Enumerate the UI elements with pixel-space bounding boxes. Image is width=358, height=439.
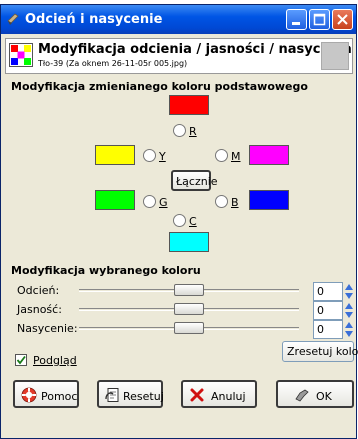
cancel-button[interactable]: Anuluj bbox=[181, 380, 257, 408]
swatch-red[interactable] bbox=[169, 95, 209, 115]
radio-cyan-label: C bbox=[189, 215, 197, 228]
close-icon bbox=[337, 14, 348, 25]
saturation-spinbox[interactable]: 0 bbox=[313, 320, 343, 339]
lifebuoy-icon bbox=[21, 387, 37, 403]
radio-red[interactable] bbox=[173, 124, 186, 137]
saturation-slider-thumb[interactable] bbox=[174, 322, 204, 334]
dialog-header: Modyfikacja odcienia / jasności / nasyce… bbox=[5, 38, 353, 74]
help-button[interactable]: Pomoc bbox=[13, 380, 79, 408]
lightness-spinbox[interactable]: 0 bbox=[313, 301, 343, 320]
radio-red-label: R bbox=[189, 125, 197, 138]
primary-color-heading: Modyfikacja zmienianego koloru podstawow… bbox=[11, 80, 308, 93]
gimp-icon bbox=[7, 13, 19, 25]
swatch-blue[interactable] bbox=[249, 190, 289, 210]
dialog-window: Odcień i nasycenie Modyfikacja odcienia … bbox=[0, 4, 358, 439]
cancel-x-icon bbox=[190, 388, 204, 402]
radio-magenta-label: M bbox=[231, 150, 241, 163]
radio-yellow[interactable] bbox=[143, 149, 156, 162]
swatch-green[interactable] bbox=[95, 190, 135, 210]
hue-spin-arrows-icon[interactable] bbox=[344, 282, 354, 301]
radio-green-label: G bbox=[159, 196, 168, 209]
master-button[interactable]: Łącznie bbox=[171, 170, 218, 191]
radio-magenta[interactable] bbox=[215, 149, 228, 162]
window-title: Odcień i nasycenie bbox=[25, 12, 163, 27]
adjust-color-heading: Modyfikacja wybranego koloru bbox=[11, 264, 201, 277]
header-title: Modyfikacja odcienia / jasności / nasyce… bbox=[38, 42, 352, 57]
cancel-label: Anuluj bbox=[211, 390, 246, 403]
radio-cyan[interactable] bbox=[173, 214, 186, 227]
saturation-spin-arrows-icon[interactable] bbox=[344, 320, 354, 339]
ok-button[interactable]: OK bbox=[276, 380, 354, 408]
lightness-spin-arrows-icon[interactable] bbox=[344, 301, 354, 320]
lightness-slider-thumb[interactable] bbox=[174, 303, 204, 315]
radio-yellow-label: Y bbox=[159, 150, 166, 163]
hue-spinbox[interactable]: 0 bbox=[313, 282, 343, 301]
close-button[interactable] bbox=[332, 9, 353, 30]
hue-slider-thumb[interactable] bbox=[174, 284, 204, 296]
radio-blue-label: B bbox=[231, 196, 239, 209]
lightness-label: Jasność: bbox=[17, 303, 62, 316]
swatch-cyan[interactable] bbox=[169, 232, 209, 252]
reset-label: Resetuj bbox=[123, 390, 164, 403]
swatch-magenta[interactable] bbox=[249, 145, 289, 165]
minimize-icon bbox=[292, 22, 300, 25]
reset-color-label: Zresetuj kolor bbox=[287, 345, 358, 358]
master-button-label: Łącznie bbox=[176, 175, 218, 188]
hue-label: Odcień: bbox=[17, 284, 60, 297]
maximize-icon bbox=[313, 13, 326, 26]
image-thumbnail bbox=[321, 42, 349, 70]
saturation-label: Nasycenie: bbox=[17, 322, 78, 335]
radio-green[interactable] bbox=[143, 195, 156, 208]
title-bar[interactable]: Odcień i nasycenie bbox=[1, 5, 356, 34]
preview-checkbox[interactable] bbox=[15, 354, 27, 366]
swatch-yellow[interactable] bbox=[95, 145, 135, 165]
hue-saturation-icon bbox=[9, 43, 33, 67]
radio-blue[interactable] bbox=[215, 195, 228, 208]
header-subtitle: Tło-39 (Za oknem 26-11-05r 005.jpg) bbox=[38, 59, 188, 68]
reset-button[interactable]: Resetuj bbox=[97, 380, 164, 408]
reset-color-button[interactable]: Zresetuj kolor bbox=[282, 341, 358, 362]
ok-label: OK bbox=[316, 390, 332, 403]
help-label: Pomoc bbox=[41, 390, 78, 403]
preview-label: Podgląd bbox=[33, 354, 77, 367]
maximize-button[interactable] bbox=[309, 9, 330, 30]
reset-icon bbox=[105, 388, 119, 402]
checkmark-icon bbox=[16, 355, 26, 365]
ok-hand-icon bbox=[295, 389, 309, 402]
minimize-button[interactable] bbox=[286, 9, 307, 30]
